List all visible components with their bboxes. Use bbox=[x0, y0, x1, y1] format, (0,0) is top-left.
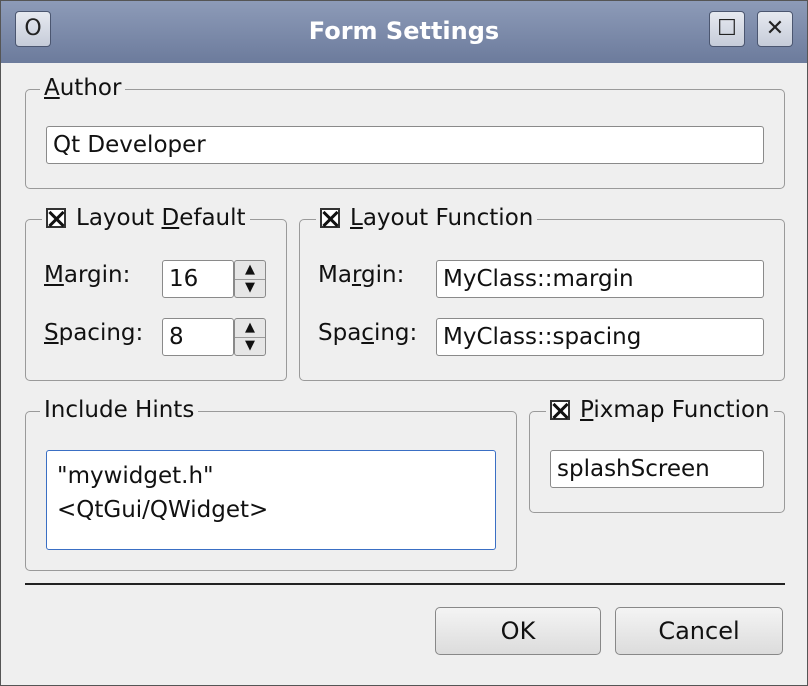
pixmap-function-label-rest: ixmap Function bbox=[593, 397, 770, 423]
pixmap-function-checkbox[interactable] bbox=[550, 400, 570, 420]
spacing-decrement-icon[interactable]: ▼ bbox=[235, 337, 265, 355]
author-group-label: Author bbox=[40, 75, 126, 101]
function-margin-a: Ma bbox=[318, 262, 352, 288]
margin-decrement-icon[interactable]: ▼ bbox=[235, 279, 265, 297]
margin-label: Margin: bbox=[44, 262, 130, 288]
margin-mnemonic: M bbox=[44, 262, 64, 288]
include-hints-label: Include Hints bbox=[40, 397, 199, 423]
maximize-button[interactable]: ☐ bbox=[709, 11, 745, 47]
close-button[interactable]: ✕ bbox=[757, 11, 793, 47]
include-hints-textarea[interactable]: "mywidget.h" <QtGui/QWidget> bbox=[46, 450, 496, 550]
cancel-button[interactable]: Cancel bbox=[615, 607, 783, 655]
function-margin-label: Margin: bbox=[318, 262, 404, 288]
function-spacing-mnemonic: c bbox=[361, 320, 374, 346]
layout-default-label-a: Layout bbox=[76, 205, 162, 231]
author-label-rest: uthor bbox=[59, 75, 122, 101]
title-bar[interactable]: O Form Settings ☐ ✕ bbox=[1, 1, 807, 63]
spacing-stepper: ▲ ▼ bbox=[234, 318, 266, 356]
function-spacing-a: Spa bbox=[318, 320, 362, 346]
layout-function-mnemonic: L bbox=[350, 205, 363, 231]
spacing-increment-icon[interactable]: ▲ bbox=[235, 319, 265, 338]
form-settings-dialog: O Form Settings ☐ ✕ Author Qt Developer … bbox=[0, 0, 808, 686]
layout-default-mnemonic: D bbox=[161, 205, 180, 231]
spacing-mnemonic: S bbox=[44, 320, 59, 346]
margin-spinbox[interactable]: 16 bbox=[162, 260, 234, 298]
function-margin-b: gin: bbox=[361, 262, 405, 288]
layout-default-group: Layout Default Margin: 16 ▲ ▼ Spacing: 8… bbox=[25, 205, 287, 381]
pixmap-function-group: Pixmap Function splashScreen bbox=[529, 397, 785, 513]
function-margin-mnemonic: r bbox=[351, 262, 362, 288]
include-hint-line: <QtGui/QWidget> bbox=[57, 497, 269, 523]
author-mnemonic: A bbox=[44, 75, 60, 101]
function-spacing-label: Spacing: bbox=[318, 320, 417, 346]
layout-default-label-b: efault bbox=[179, 205, 246, 231]
layout-default-label[interactable]: Layout Default bbox=[42, 205, 250, 231]
spacing-label: Spacing: bbox=[44, 320, 143, 346]
margin-label-rest: argin: bbox=[63, 262, 131, 288]
layout-function-label-rest: ayout Function bbox=[362, 205, 534, 231]
margin-function-field[interactable]: MyClass::margin bbox=[436, 260, 764, 298]
ok-button[interactable]: OK bbox=[435, 607, 601, 655]
pixmap-function-label[interactable]: Pixmap Function bbox=[546, 397, 774, 423]
layout-function-checkbox[interactable] bbox=[320, 208, 340, 228]
include-hint-line: "mywidget.h" bbox=[57, 463, 214, 489]
separator bbox=[25, 583, 785, 585]
margin-increment-icon[interactable]: ▲ bbox=[235, 261, 265, 280]
pixmap-function-field[interactable]: splashScreen bbox=[550, 450, 764, 488]
author-field[interactable]: Qt Developer bbox=[46, 126, 764, 164]
function-spacing-b: ing: bbox=[373, 320, 418, 346]
margin-stepper: ▲ ▼ bbox=[234, 260, 266, 298]
window-title: Form Settings bbox=[308, 17, 500, 45]
author-group: Author Qt Developer bbox=[25, 75, 785, 189]
layout-function-group: Layout Function Margin: MyClass::margin … bbox=[299, 205, 785, 381]
layout-function-label[interactable]: Layout Function bbox=[316, 205, 538, 231]
include-hints-group: Include Hints "mywidget.h" <QtGui/QWidge… bbox=[25, 397, 517, 571]
dialog-content: Author Qt Developer Layout Default Margi… bbox=[1, 63, 807, 685]
spacing-function-field[interactable]: MyClass::spacing bbox=[436, 318, 764, 356]
spacing-spinbox[interactable]: 8 bbox=[162, 318, 234, 356]
pixmap-function-mnemonic: P bbox=[580, 397, 594, 423]
layout-default-checkbox[interactable] bbox=[46, 208, 66, 228]
spacing-label-rest: pacing: bbox=[58, 320, 144, 346]
